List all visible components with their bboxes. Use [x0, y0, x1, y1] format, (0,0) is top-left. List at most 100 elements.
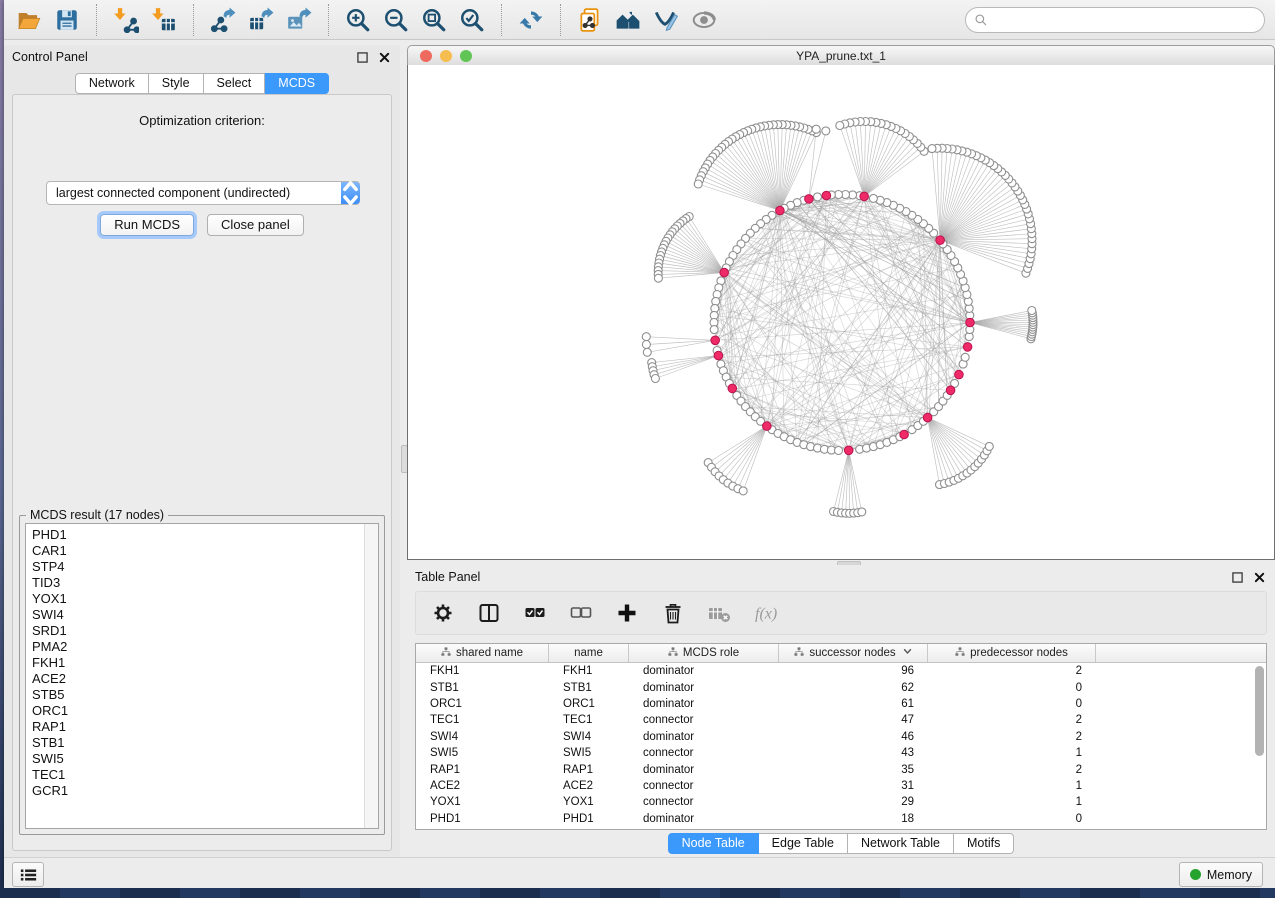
- column-header-name[interactable]: name: [549, 644, 629, 662]
- mcds-result-item[interactable]: SWI5: [32, 751, 378, 767]
- network-leaf-node[interactable]: [858, 508, 866, 516]
- export-network-icon[interactable]: [208, 5, 238, 35]
- table-scrollbar-thumb[interactable]: [1255, 666, 1264, 756]
- delete-icon[interactable]: [660, 600, 686, 626]
- table-tab-edge-table[interactable]: Edge Table: [759, 833, 848, 854]
- network-canvas[interactable]: [408, 65, 1274, 559]
- mcds-node[interactable]: [805, 195, 814, 204]
- table-row[interactable]: SWI4SWI4dominator462: [416, 729, 1266, 745]
- memory-button[interactable]: Memory: [1179, 862, 1263, 887]
- mcds-result-item[interactable]: STB5: [32, 687, 378, 703]
- vertical-splitter[interactable]: [400, 45, 407, 857]
- close-table-panel-icon[interactable]: [1252, 570, 1267, 585]
- mcds-node[interactable]: [776, 206, 785, 215]
- network-node[interactable]: [869, 194, 877, 202]
- zoom-out-icon[interactable]: [381, 5, 411, 35]
- mcds-result-item[interactable]: TEC1: [32, 767, 378, 783]
- add-icon[interactable]: [614, 600, 640, 626]
- tab-mcds[interactable]: MCDS: [265, 73, 329, 94]
- float-table-panel-icon[interactable]: [1230, 570, 1245, 585]
- tab-network[interactable]: Network: [75, 73, 149, 94]
- mcds-result-item[interactable]: SWI4: [32, 607, 378, 623]
- mcds-result-item[interactable]: STB1: [32, 735, 378, 751]
- mcds-result-item[interactable]: PHD1: [32, 527, 378, 543]
- export-table-icon[interactable]: [246, 5, 276, 35]
- tab-select[interactable]: Select: [204, 73, 266, 94]
- mcds-node[interactable]: [946, 386, 955, 395]
- mcds-result-item[interactable]: CAR1: [32, 543, 378, 559]
- open-file-icon[interactable]: [14, 5, 44, 35]
- network-leaf-node[interactable]: [642, 341, 650, 349]
- zoom-selected-icon[interactable]: [457, 5, 487, 35]
- mcds-node[interactable]: [822, 191, 831, 200]
- mcds-node[interactable]: [720, 268, 729, 277]
- mcds-node[interactable]: [844, 446, 853, 455]
- network-leaf-node[interactable]: [654, 274, 662, 282]
- table-row[interactable]: FKH1FKH1dominator962: [416, 663, 1266, 679]
- share-network-icon[interactable]: [575, 5, 605, 35]
- import-network-icon[interactable]: [111, 5, 141, 35]
- window-minimize-button[interactable]: [440, 50, 452, 62]
- network-leaf-node[interactable]: [643, 348, 651, 356]
- network-leaf-node[interactable]: [1028, 307, 1036, 315]
- network-leaf-node[interactable]: [928, 145, 936, 153]
- deselect-all-icon[interactable]: [568, 600, 594, 626]
- network-leaf-node[interactable]: [985, 442, 993, 450]
- search-input[interactable]: [993, 12, 1264, 28]
- mcds-node[interactable]: [936, 236, 945, 245]
- network-leaf-node[interactable]: [651, 375, 659, 383]
- table-row[interactable]: STB1STB1dominator620: [416, 679, 1266, 695]
- mcds-result-item[interactable]: YOX1: [32, 591, 378, 607]
- list-scrollbar[interactable]: [364, 524, 378, 828]
- table-row[interactable]: TEC1TEC1connector472: [416, 712, 1266, 728]
- network-leaf-node[interactable]: [836, 122, 844, 130]
- network-leaf-node[interactable]: [694, 180, 702, 188]
- mcds-result-item[interactable]: RAP1: [32, 719, 378, 735]
- zoom-in-icon[interactable]: [343, 5, 373, 35]
- network-leaf-node[interactable]: [812, 125, 820, 133]
- network-leaf-node[interactable]: [642, 333, 650, 341]
- select-all-icon[interactable]: [522, 600, 548, 626]
- table-row[interactable]: SWI5SWI5connector431: [416, 745, 1266, 761]
- table-row[interactable]: YOX1YOX1connector291: [416, 794, 1266, 810]
- network-node[interactable]: [835, 447, 843, 455]
- gear-icon[interactable]: [430, 600, 456, 626]
- column-header-successor-nodes[interactable]: successor nodes: [779, 644, 928, 662]
- annotation-icon[interactable]: [651, 5, 681, 35]
- mcds-node[interactable]: [728, 384, 737, 393]
- mcds-node[interactable]: [923, 413, 932, 422]
- close-panel-button[interactable]: Close panel: [207, 214, 304, 236]
- table-row[interactable]: ORC1ORC1dominator610: [416, 696, 1266, 712]
- mcds-node[interactable]: [955, 370, 964, 379]
- network-node[interactable]: [961, 353, 969, 361]
- float-panel-icon[interactable]: [355, 50, 370, 65]
- bird-eye-icon[interactable]: [689, 5, 719, 35]
- home-icon[interactable]: [613, 5, 643, 35]
- mcds-node[interactable]: [711, 336, 720, 345]
- mcds-result-item[interactable]: PMA2: [32, 639, 378, 655]
- mcds-result-item[interactable]: TID3: [32, 575, 378, 591]
- mcds-result-item[interactable]: FKH1: [32, 655, 378, 671]
- mcds-node[interactable]: [963, 343, 972, 352]
- refresh-icon[interactable]: [516, 5, 546, 35]
- column-header-MCDS-role[interactable]: MCDS role: [629, 644, 779, 662]
- export-image-icon[interactable]: [284, 5, 314, 35]
- table-tab-network-table[interactable]: Network Table: [848, 833, 954, 854]
- tab-style[interactable]: Style: [149, 73, 204, 94]
- run-mcds-button[interactable]: Run MCDS: [100, 214, 194, 236]
- mcds-result-item[interactable]: GCR1: [32, 783, 378, 799]
- mcds-result-item[interactable]: ACE2: [32, 671, 378, 687]
- mcds-node[interactable]: [714, 351, 723, 360]
- window-maximize-button[interactable]: [460, 50, 472, 62]
- column-header-predecessor-nodes[interactable]: predecessor nodes: [928, 644, 1096, 662]
- close-panel-icon[interactable]: [377, 50, 392, 65]
- mcds-result-item[interactable]: SRD1: [32, 623, 378, 639]
- table-row[interactable]: PHD1PHD1dominator180: [416, 811, 1266, 827]
- mcds-node[interactable]: [860, 192, 869, 201]
- table-tab-motifs[interactable]: Motifs: [954, 833, 1014, 854]
- mcds-node[interactable]: [763, 422, 772, 431]
- network-node[interactable]: [710, 326, 718, 334]
- network-window-titlebar[interactable]: YPA_prune.txt_1: [407, 45, 1275, 67]
- table-row[interactable]: ACE2ACE2connector311: [416, 778, 1266, 794]
- network-leaf-node[interactable]: [822, 127, 830, 135]
